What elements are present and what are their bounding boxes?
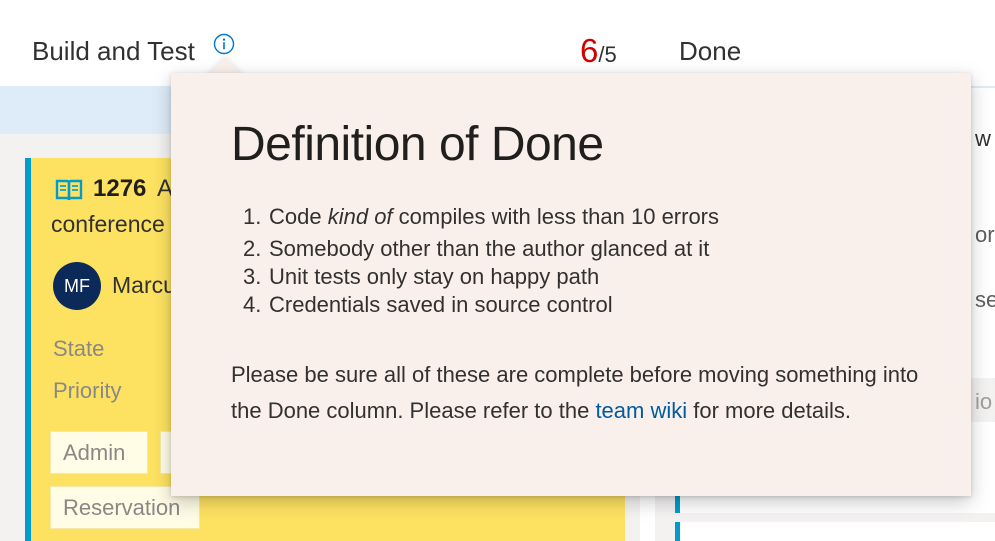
callout-title: Definition of Done	[231, 118, 604, 171]
done-card-text-fragment: w	[975, 126, 991, 151]
list-item-text: Credentials saved in source control	[269, 292, 613, 317]
callout-description: Please be sure all of these are complete…	[231, 357, 931, 429]
list-item: 2. Somebody other than the author glanced…	[231, 235, 719, 263]
callout-description-text-end: for more details.	[687, 398, 851, 423]
list-item: 3. Unit tests only stay on happy path	[231, 263, 719, 291]
wip-count: 6	[580, 32, 599, 69]
avatar: MF	[53, 262, 101, 310]
column-title-done: Done	[679, 36, 742, 66]
info-icon[interactable]	[213, 33, 235, 55]
list-item-text: Code	[269, 204, 328, 229]
done-card-text-fragment: io	[975, 389, 993, 414]
list-item-text-end: compiles with less than 10 errors	[392, 204, 720, 229]
priority-field-label: Priority	[53, 378, 122, 403]
work-item-title-continued[interactable]: conference	[51, 211, 165, 238]
tag-admin: Admin	[50, 431, 148, 474]
wip-limit-indicator: 6/5	[580, 32, 617, 70]
done-card-text-fragment: or	[975, 222, 995, 247]
list-item: 4. Credentials saved in source control	[231, 291, 719, 319]
list-item-text: Unit tests only stay on happy path	[269, 264, 600, 289]
list-item-number: 2.	[243, 236, 262, 261]
state-field-label: State	[53, 336, 105, 361]
assignee-name[interactable]: Marcu	[112, 272, 176, 299]
book-icon	[55, 179, 83, 201]
wip-limit: /5	[598, 42, 617, 67]
done-card-text-fragment: se	[975, 287, 995, 312]
done-work-item-card[interactable]	[675, 522, 995, 541]
definition-of-done-list: 1. Code kind of compiles with less than 1…	[231, 203, 719, 319]
definition-of-done-callout: Definition of Done 1. Code kind of compil…	[171, 73, 971, 496]
list-item-number: 4.	[243, 292, 262, 317]
list-item-emphasis: kind of	[327, 204, 393, 229]
list-item-number: 1.	[243, 204, 262, 229]
list-item-number: 3.	[243, 264, 262, 289]
list-item-text: Somebody other than the author glanced a…	[269, 236, 710, 261]
list-item: 1. Code kind of compiles with less than 1…	[231, 203, 719, 231]
team-wiki-link[interactable]: team wiki	[595, 398, 687, 423]
work-item-id: 1276	[93, 175, 147, 202]
column-title-build-and-test: Build and Test	[32, 36, 195, 66]
